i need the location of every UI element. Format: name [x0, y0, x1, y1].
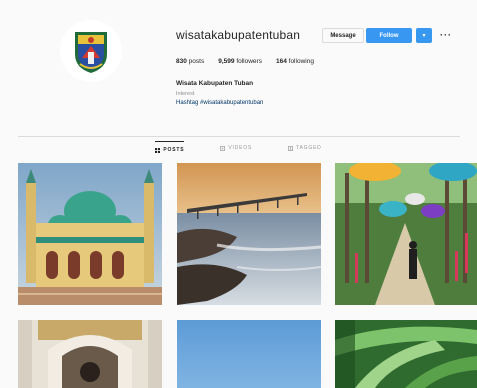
post-thumbnail[interactable]	[177, 163, 321, 305]
post-thumbnail[interactable]	[18, 320, 162, 388]
post-thumbnail[interactable]	[18, 163, 162, 305]
following-label: following	[288, 58, 314, 65]
profile-header: wisatakabupatentuban Message Follow ▾ ··…	[0, 0, 477, 136]
palm-leaves-photo	[335, 320, 477, 388]
posts-stat: 830 posts	[176, 58, 204, 65]
tab-posts-label: POSTS	[163, 147, 185, 153]
follow-button[interactable]: Follow	[366, 28, 412, 43]
tuban-emblem-icon	[75, 32, 107, 73]
following-count: 164	[275, 58, 287, 65]
posts-count: 830	[176, 58, 187, 65]
followers-stat[interactable]: 9,599 followers	[218, 58, 262, 65]
grid-icon	[155, 147, 161, 153]
following-stat[interactable]: 164 following	[276, 58, 314, 65]
post-thumbnail[interactable]	[335, 320, 477, 388]
suggested-accounts-button[interactable]: ▾	[416, 28, 432, 43]
profile-stats: 830 posts 9,599 followers 164 following	[176, 58, 314, 65]
mosque-photo	[18, 163, 162, 305]
more-options-icon[interactable]: ···	[438, 27, 454, 42]
video-icon	[220, 145, 226, 151]
tag-icon	[288, 145, 293, 151]
profile-tabs: POSTS VIDEOS TAGGED	[0, 137, 477, 159]
archway-portrait-photo	[18, 320, 162, 388]
tab-tagged[interactable]: TAGGED	[288, 145, 322, 151]
followers-count: 9,599	[218, 58, 235, 65]
post-thumbnail[interactable]	[335, 163, 477, 305]
posts-label: posts	[188, 58, 205, 65]
message-button[interactable]: Message	[322, 28, 364, 43]
profile-avatar[interactable]	[60, 20, 122, 82]
profile-username: wisatakabupatentuban	[176, 28, 301, 42]
pier-seascape-photo	[177, 163, 321, 305]
profile-category: Interest	[176, 91, 195, 97]
tab-videos[interactable]: VIDEOS	[220, 145, 252, 151]
tab-tagged-label: TAGGED	[296, 145, 322, 151]
followers-label: followers	[236, 58, 262, 65]
profile-full-name: Wisata Kabupaten Tuban	[176, 80, 254, 87]
post-thumbnail[interactable]	[177, 320, 321, 388]
profile-bio-hashtag[interactable]: Hashtag #wisatakabupatentuban	[176, 100, 263, 106]
umbrella-forest-photo	[335, 163, 477, 305]
tab-posts[interactable]: POSTS	[155, 141, 185, 153]
blue-sky-photo	[177, 320, 321, 388]
tab-videos-label: VIDEOS	[228, 145, 253, 151]
